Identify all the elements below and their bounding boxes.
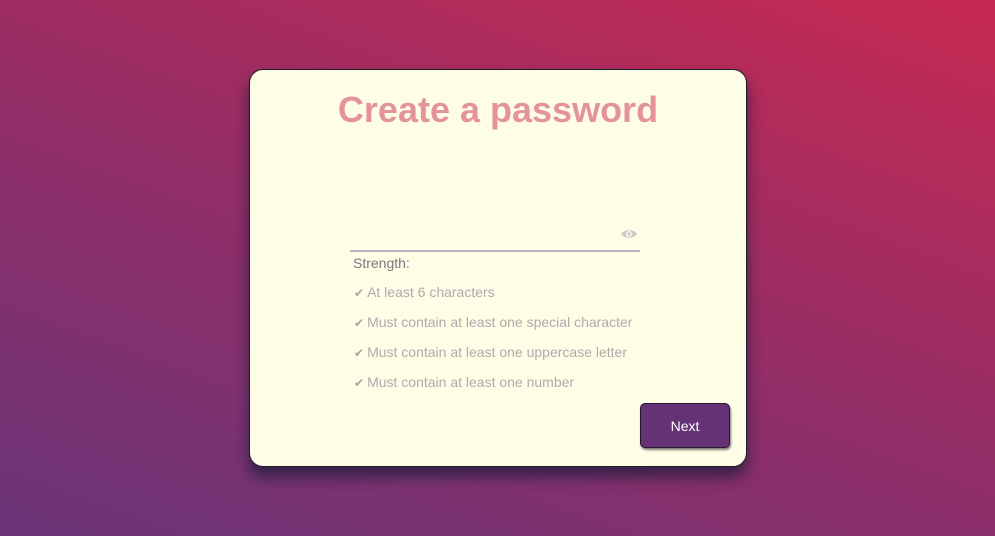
next-button[interactable]: Next	[640, 403, 730, 448]
checkmark-icon: ✔	[354, 286, 365, 300]
requirement-item: ✔ Must contain at least one special chara…	[354, 312, 632, 342]
password-card: Create a password Strength: ✔ At least 6 …	[249, 69, 747, 467]
strength-label: Strength:	[353, 255, 410, 271]
page-title: Create a password	[337, 89, 659, 130]
checkmark-icon: ✔	[354, 346, 365, 360]
password-input[interactable]	[350, 224, 612, 248]
eye-icon[interactable]	[620, 227, 638, 241]
checkmark-icon: ✔	[354, 316, 365, 330]
requirement-text: At least 6 characters	[367, 284, 495, 300]
password-field	[350, 224, 640, 252]
requirement-text: Must contain at least one special charac…	[367, 314, 633, 330]
requirement-item: ✔ At least 6 characters	[354, 282, 632, 312]
requirement-text: Must contain at least one uppercase lett…	[367, 344, 627, 360]
checkmark-icon: ✔	[354, 376, 365, 390]
requirement-item: ✔ Must contain at least one number	[354, 372, 632, 402]
requirements-list: ✔ At least 6 characters ✔ Must contain at …	[354, 282, 632, 402]
requirement-text: Must contain at least one number	[367, 374, 575, 390]
requirement-item: ✔ Must contain at least one uppercase let…	[354, 342, 632, 372]
